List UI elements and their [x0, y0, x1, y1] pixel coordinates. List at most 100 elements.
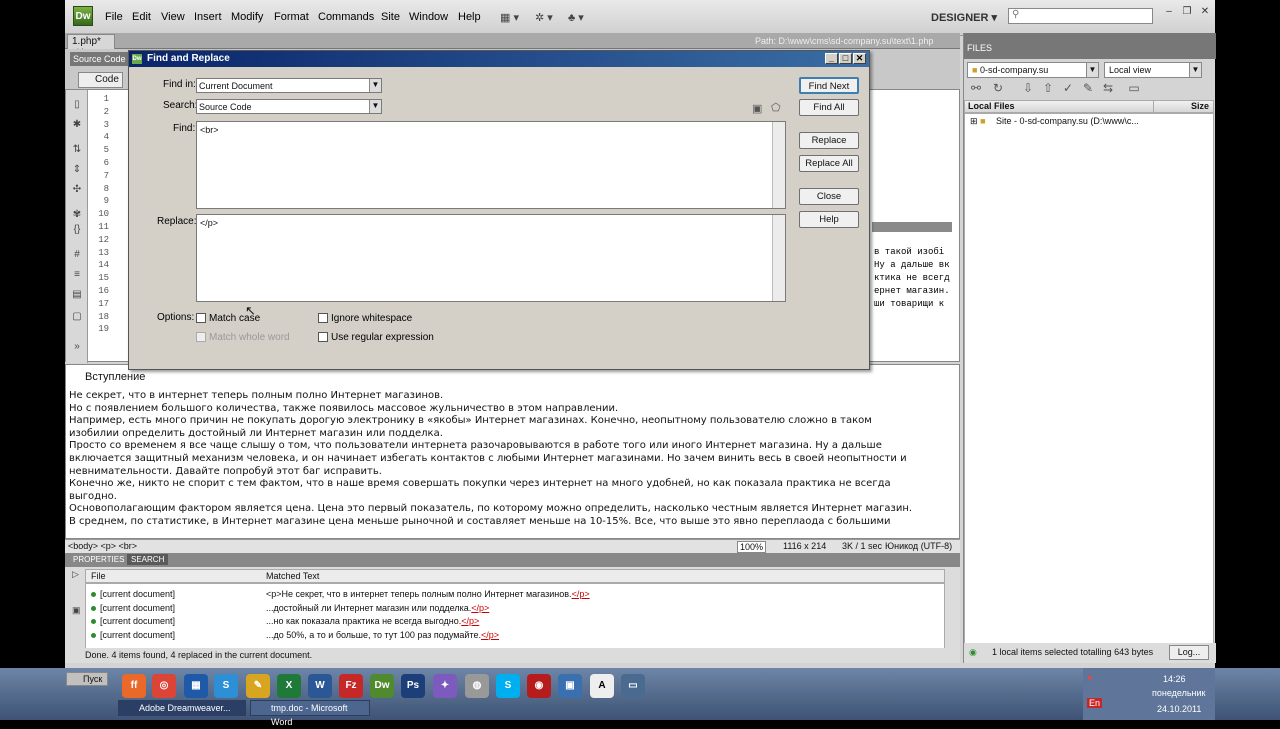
replace-button[interactable]: Replace — [799, 132, 859, 149]
find-textarea[interactable]: <br> — [196, 121, 786, 209]
maximize-icon[interactable]: □ — [839, 53, 852, 64]
line-numbers-icon[interactable]: ✾ — [71, 210, 83, 220]
view-select[interactable]: Local view ▼ — [1104, 62, 1202, 78]
result-row[interactable]: [current document] <p>Не секрет, что в ин… — [91, 589, 931, 601]
apply-comment-icon[interactable]: ▢ — [71, 312, 83, 322]
menu-help[interactable]: Help — [458, 11, 481, 23]
gear-icon[interactable]: ✲ ▾ — [535, 11, 553, 24]
tab-properties[interactable]: PROPERTIES — [69, 554, 128, 565]
tray-icon[interactable]: ● — [1087, 672, 1092, 682]
layout-icon[interactable]: ▦ ▾ — [500, 11, 519, 24]
start-button[interactable]: Пуск — [66, 672, 108, 686]
firefox-icon[interactable]: ff — [122, 674, 146, 698]
sync-icon[interactable]: ⇆ — [1101, 81, 1115, 95]
result-row[interactable]: [current document] ...до 50%, а то и боль… — [91, 630, 931, 642]
zoom-select[interactable]: 100% — [737, 541, 767, 553]
app-icon[interactable]: ✦ — [433, 674, 457, 698]
open-documents-icon[interactable]: ▯ — [71, 100, 83, 110]
workspace-switcher[interactable]: DESIGNER ▾ — [931, 11, 997, 24]
close-icon[interactable]: ✕ — [853, 53, 866, 64]
expand-panel-icon[interactable]: ▭ — [1127, 81, 1141, 95]
menu-view[interactable]: View — [161, 11, 185, 23]
tab-1-php[interactable]: 1.php* ✕ — [67, 34, 115, 58]
load-query-icon[interactable]: ⬠ — [771, 101, 781, 114]
replace-textarea[interactable]: </p> — [196, 214, 786, 302]
source-code-tab[interactable]: Source Code — [70, 52, 129, 66]
col-file[interactable]: File — [91, 571, 106, 581]
find-all-button[interactable]: Find All — [799, 99, 859, 116]
put-files-icon[interactable]: ⇧ — [1041, 81, 1055, 95]
wrap-tag-icon[interactable]: ≡ — [71, 270, 83, 280]
braces-icon[interactable]: {} — [71, 225, 83, 235]
skype-icon[interactable]: S — [496, 674, 520, 698]
match-whole-word-checkbox[interactable] — [196, 332, 206, 342]
close-button[interactable]: Close — [799, 188, 859, 205]
match-case-checkbox[interactable] — [196, 313, 206, 323]
app-icon[interactable]: ◉ — [527, 674, 551, 698]
col-local-files[interactable]: Local Files — [968, 101, 1015, 111]
save-report-icon[interactable]: ▣ — [72, 605, 81, 616]
sbs-icon[interactable]: S — [214, 674, 238, 698]
result-row[interactable]: [current document] ...но как показала пра… — [91, 616, 931, 628]
menu-edit[interactable]: Edit — [132, 11, 151, 23]
photoshop-icon[interactable]: Ps — [401, 674, 425, 698]
result-row[interactable]: [current document] ...достойный ли Интерн… — [91, 603, 931, 615]
refresh-icon[interactable]: ↻ — [991, 81, 1005, 95]
chrome-icon[interactable]: ◎ — [152, 674, 176, 698]
menu-format[interactable]: Format — [274, 11, 309, 23]
excel-icon[interactable]: X — [277, 674, 301, 698]
check-in-icon[interactable]: ✎ — [1081, 81, 1095, 95]
design-view[interactable]: Вступление Не секрет, что в интернет теп… — [65, 364, 960, 539]
app-icon[interactable]: ▣ — [558, 674, 582, 698]
scrollbar[interactable] — [772, 122, 785, 208]
expand-icon[interactable]: ⇅ — [71, 145, 83, 155]
get-files-icon[interactable]: ⇩ — [1021, 81, 1035, 95]
connect-icon[interactable]: ⚯ — [969, 81, 983, 95]
font-icon[interactable]: A — [590, 674, 614, 698]
app-icon[interactable]: ◍ — [465, 674, 489, 698]
collapse-icon[interactable]: ✱ — [71, 120, 83, 130]
scrollbar[interactable] — [772, 215, 785, 301]
menu-commands[interactable]: Commands — [318, 11, 374, 23]
find-in-select[interactable]: Current Document ▼ — [196, 78, 382, 93]
select-parent-icon[interactable]: ⇕ — [71, 165, 83, 175]
check-out-icon[interactable]: ✓ — [1061, 81, 1075, 95]
replace-all-button[interactable]: Replace All — [799, 155, 859, 172]
use-regex-checkbox[interactable] — [318, 332, 328, 342]
calculator-icon[interactable]: ▦ — [184, 674, 208, 698]
more-tools-icon[interactable]: » — [71, 342, 83, 352]
menu-insert[interactable]: Insert — [194, 11, 222, 23]
menu-file[interactable]: File — [105, 11, 123, 23]
search-select[interactable]: Source Code ▼ — [196, 99, 382, 114]
balance-braces-icon[interactable]: ✣ — [71, 185, 83, 195]
code-view-button[interactable]: Code — [78, 72, 123, 88]
tree-item-site[interactable]: ⊞ ■ Site - 0-sd-company.su (D:\www\c... — [970, 116, 1139, 127]
play-icon[interactable]: ▷ — [72, 569, 79, 580]
taskbar-dreamweaver[interactable]: Adobe Dreamweaver... — [118, 700, 246, 716]
menu-modify[interactable]: Modify — [231, 11, 263, 23]
window-size[interactable]: 1116 x 214 — [783, 541, 826, 551]
comment-icon[interactable]: # — [71, 250, 83, 260]
tool-icon[interactable]: ✎ — [246, 674, 270, 698]
menu-window[interactable]: Window — [409, 11, 448, 23]
filezilla-icon[interactable]: Fz — [339, 674, 363, 698]
help-search-input[interactable]: ⚲ — [1008, 8, 1153, 24]
language-indicator[interactable]: En — [1087, 698, 1103, 708]
save-query-icon[interactable]: ▣ — [752, 102, 762, 115]
taskbar-word[interactable]: tmp.doc - Microsoft Word — [250, 700, 370, 727]
minimize-icon[interactable]: – — [1162, 6, 1176, 18]
find-next-button[interactable]: Find Next — [799, 77, 859, 94]
restore-icon[interactable]: ❐ — [1180, 6, 1194, 18]
tag-selector[interactable]: <body> <p> <br> — [68, 541, 137, 551]
tab-search[interactable]: SEARCH — [127, 554, 169, 565]
site-manager-icon[interactable]: ♣ ▾ — [568, 11, 584, 24]
menu-site[interactable]: Site — [381, 11, 400, 23]
monitor-icon[interactable]: ▭ — [621, 674, 645, 698]
expand-plus-icon[interactable]: ⊞ — [970, 116, 978, 126]
minimize-icon[interactable]: _ — [825, 53, 838, 64]
word-icon[interactable]: W — [308, 674, 332, 698]
col-matched[interactable]: Matched Text — [266, 571, 319, 581]
site-select[interactable]: ■ 0-sd-company.su ▼ — [967, 62, 1099, 78]
ignore-whitespace-checkbox[interactable] — [318, 313, 328, 323]
log-button[interactable]: Log... — [1169, 645, 1209, 660]
